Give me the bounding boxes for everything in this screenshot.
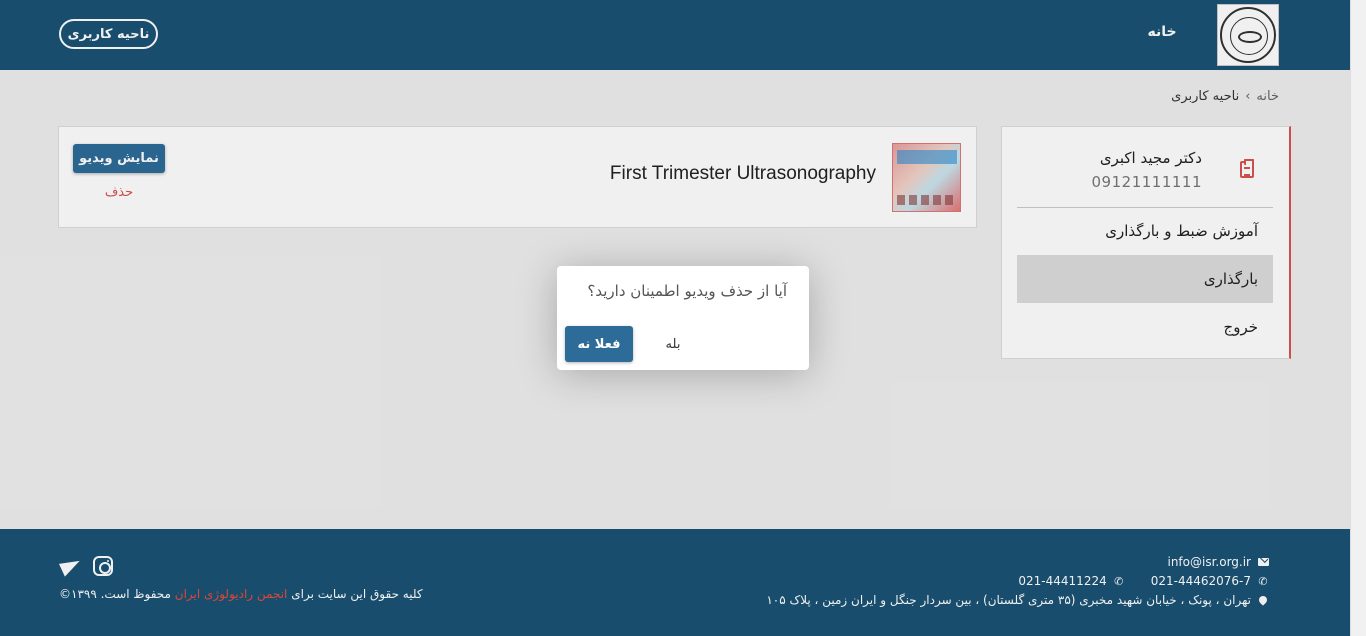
- yes-button[interactable]: بله: [653, 326, 693, 362]
- not-now-button[interactable]: فعلا نه: [565, 326, 633, 362]
- confirm-delete-dialog: آیا از حذف ویدیو اطمینان دارید؟ فعلا نه …: [557, 266, 809, 370]
- page-scrollbar[interactable]: [1350, 0, 1366, 636]
- dialog-message: آیا از حذف ویدیو اطمینان دارید؟: [587, 282, 787, 300]
